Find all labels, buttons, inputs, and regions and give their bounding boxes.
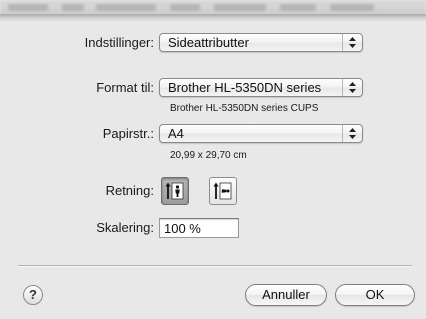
paper-size-label: Papirstr.: (102, 126, 154, 141)
orientation-label: Retning: (105, 183, 154, 198)
sheet-top-shadow (0, 14, 426, 22)
popup-arrows-icon (342, 79, 362, 96)
settings-popup-value: Sideattributter (168, 35, 249, 50)
printer-description: Brother HL-5350DN series CUPS (170, 103, 319, 114)
paper-size-popup-value: A4 (168, 126, 184, 141)
landscape-orientation-icon (213, 182, 232, 200)
format-for-popup-value: Brother HL-5350DN series (168, 80, 322, 95)
help-button[interactable]: ? (23, 285, 43, 305)
page-setup-sheet: Indstillinger: Sideattributter Format ti… (0, 0, 426, 319)
settings-label: Indstillinger: (84, 35, 154, 50)
portrait-orientation-icon (165, 182, 184, 200)
popup-arrows-icon (342, 34, 362, 51)
cancel-button[interactable]: Annuller (245, 284, 327, 306)
settings-popup[interactable]: Sideattributter (159, 33, 363, 52)
format-for-popup[interactable]: Brother HL-5350DN series (159, 78, 363, 97)
scale-field-value: 100 % (164, 221, 201, 236)
landscape-orientation-button[interactable] (209, 177, 237, 205)
divider (18, 265, 412, 267)
portrait-orientation-button[interactable] (161, 177, 189, 205)
popup-arrows-icon (342, 125, 362, 142)
paper-dimensions: 20,99 x 29,70 cm (170, 150, 247, 161)
scale-label: Skalering: (96, 220, 154, 235)
paper-size-popup[interactable]: A4 (159, 124, 363, 143)
format-for-label: Format til: (96, 80, 154, 95)
scale-field[interactable]: 100 % (159, 218, 239, 238)
ok-button[interactable]: OK (335, 284, 415, 306)
